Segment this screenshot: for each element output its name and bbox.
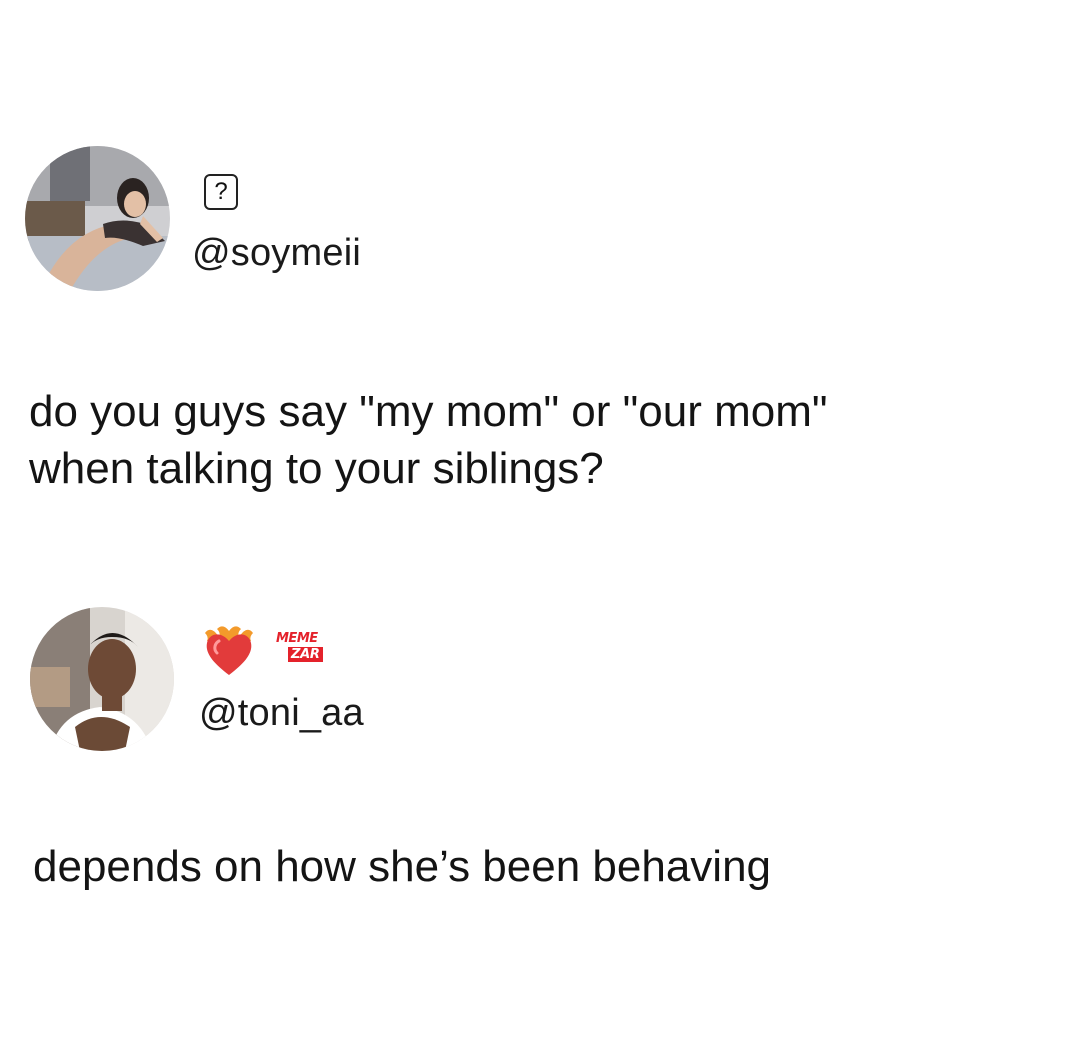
avatar[interactable] xyxy=(25,146,170,291)
avatar-photo xyxy=(30,607,174,751)
tweet-text: do you guys say "my mom" or "our mom" wh… xyxy=(29,387,828,493)
unsupported-glyph-icon: ? xyxy=(204,174,238,210)
tweet-text: depends on how she’s been behaving xyxy=(33,842,772,891)
user-handle[interactable]: @toni_aa xyxy=(199,692,364,735)
watermark-logo: MEME ZAR xyxy=(276,632,323,662)
watermark-line-1: MEME xyxy=(276,631,318,646)
user-handle[interactable]: @soymeii xyxy=(192,232,361,275)
avatar-photo xyxy=(25,146,170,291)
heart-on-fire-icon xyxy=(203,623,255,677)
watermark-line-2: ZAR xyxy=(288,647,323,662)
avatar[interactable] xyxy=(30,607,174,751)
